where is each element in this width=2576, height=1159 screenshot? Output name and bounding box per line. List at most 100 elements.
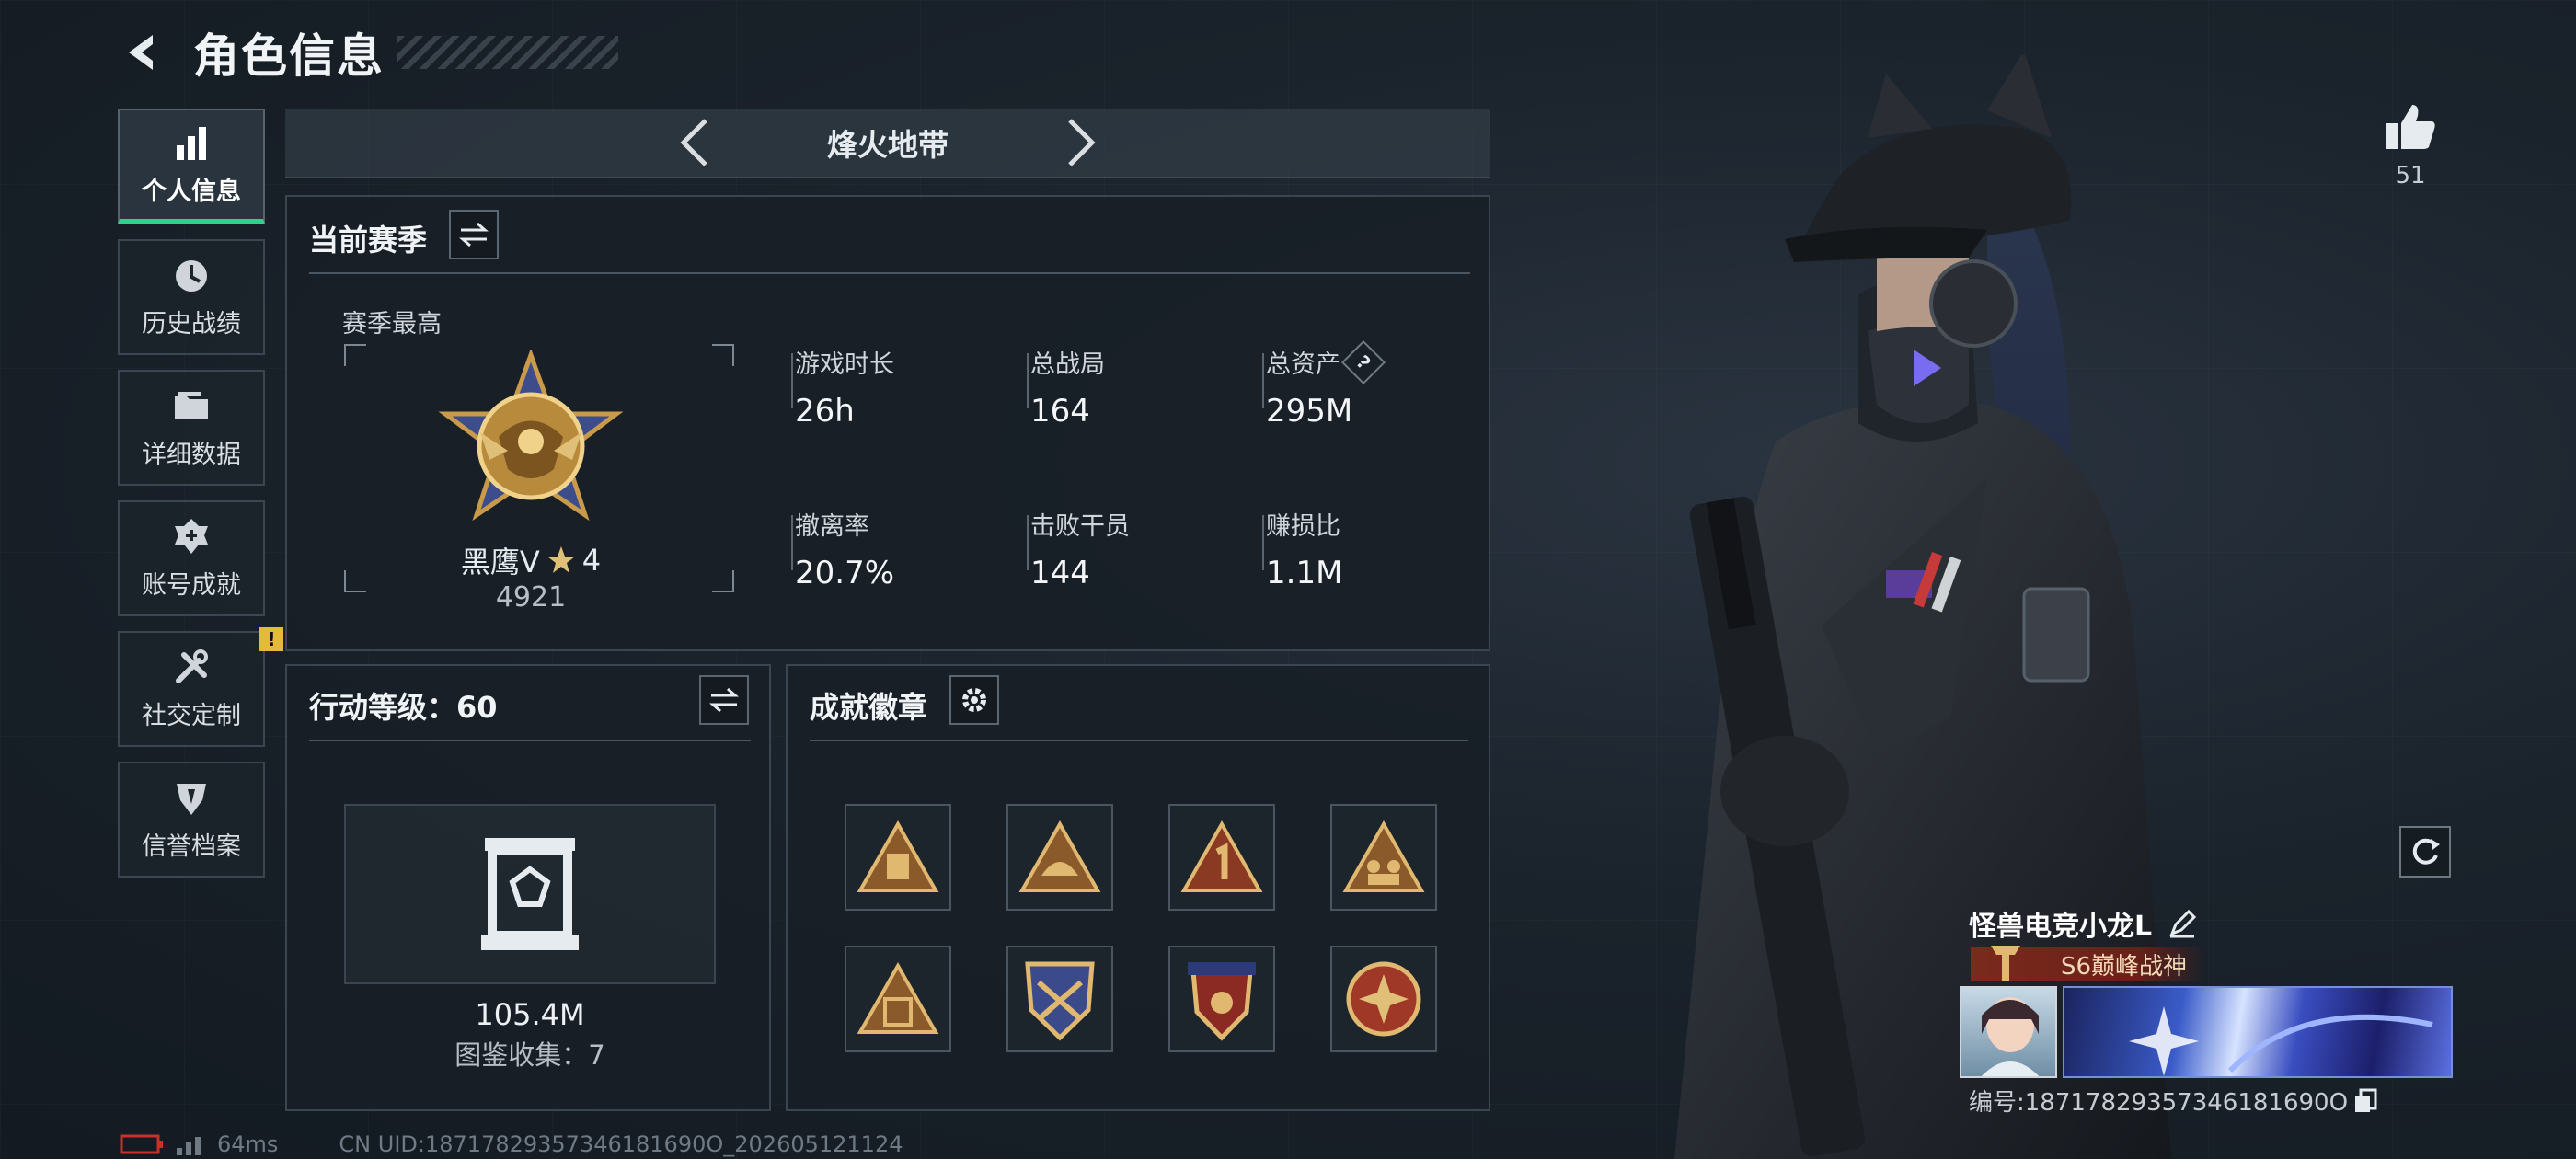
folder-icon: [175, 391, 208, 419]
sidebar-item-reputation[interactable]: 信誉档案: [118, 762, 265, 878]
chevron-left-icon: [680, 119, 707, 166]
mode-next-button[interactable]: [1053, 115, 1109, 170]
sidebar-item-label: 历史战绩: [142, 309, 241, 339]
player-id: 编号:18717829357346181690O: [1969, 1084, 2377, 1118]
signal-icon: [177, 1137, 201, 1155]
sidebar-item-label: 信誉档案: [142, 832, 241, 861]
badge-shield-stars-icon: [1188, 962, 1256, 1041]
stat-label: 撤离率: [795, 512, 869, 541]
stat-label: 游戏时长: [795, 350, 894, 379]
ping-text: 64ms: [217, 1131, 279, 1157]
status-bar: 64ms CN UID:18717829357346181690O_202605…: [120, 1131, 903, 1157]
achievements-title: 成就徽章: [810, 690, 928, 725]
season-switch-button[interactable]: [449, 210, 499, 259]
refresh-icon: [2412, 838, 2440, 865]
stat-divider: [1262, 353, 1264, 408]
achievement-badge[interactable]: [1330, 804, 1437, 911]
battery-icon: [120, 1134, 163, 1154]
profile-banner[interactable]: [2063, 986, 2453, 1078]
stat-divider: [791, 515, 793, 570]
stat-value: 20.7%: [795, 555, 895, 591]
gear-icon: [962, 688, 986, 712]
stat-divider: [1027, 515, 1029, 570]
achievement-badge[interactable]: [1168, 946, 1275, 1052]
like-button[interactable]: 51: [2374, 101, 2447, 189]
badge-triangle-squad-icon: [1342, 820, 1425, 892]
back-arrow-icon: [129, 35, 153, 70]
sidebar-item-personal-info[interactable]: 个人信息: [118, 109, 265, 224]
season-title: 当前赛季: [309, 223, 428, 258]
achievement-badge[interactable]: [1168, 804, 1275, 911]
reputation-icon: [177, 783, 206, 815]
stat-divider: [791, 353, 793, 408]
sidebar-item-social[interactable]: 社交定制 !: [118, 627, 283, 747]
stat-value: 164: [1030, 393, 1090, 430]
copy-icon[interactable]: [2353, 1088, 2377, 1114]
stat-kills: 击败干员 144: [1030, 506, 1130, 591]
divider: [309, 272, 1470, 274]
refresh-button[interactable]: [2399, 826, 2451, 878]
achievement-badge[interactable]: [1006, 804, 1113, 911]
stat-label: 总资产: [1266, 350, 1340, 379]
swap-icon: [709, 687, 739, 713]
divider: [309, 740, 751, 741]
sidebar-item-achievements[interactable]: 账号成就: [118, 500, 265, 616]
sidebar-item-history[interactable]: 历史战绩: [118, 239, 265, 355]
sidebar: 个人信息 历史战绩 详细数据 账号成就 社交定制 ! 信誉档案: [118, 109, 283, 892]
badge-triangle-helmet-icon: [1018, 820, 1101, 892]
rank-title-strip: S6巅峰战神: [1971, 946, 2206, 981]
stat-label: 总战局: [1030, 350, 1105, 379]
stat-divider: [1262, 515, 1264, 570]
stat-value: 144: [1030, 555, 1090, 591]
frame-corner: [344, 344, 366, 366]
mode-prev-button[interactable]: [667, 115, 722, 170]
avatar[interactable]: [1960, 986, 2057, 1078]
achievement-badge[interactable]: [845, 804, 951, 911]
page-title: 角色信息: [193, 29, 385, 83]
back-button[interactable]: [118, 28, 167, 77]
sidebar-item-label: 个人信息: [142, 177, 241, 206]
achievement-badge[interactable]: [845, 946, 951, 1052]
collection-cabinet-icon: [481, 838, 579, 950]
avatar-portrait-icon: [1981, 997, 2040, 1076]
page-header: 角色信息: [118, 20, 618, 85]
tools-icon: [176, 648, 208, 683]
swap-icon: [459, 222, 489, 247]
achievement-badge[interactable]: [1330, 946, 1437, 1052]
badge-triangle-one-icon: [1180, 820, 1263, 892]
bar-chart-icon: [177, 126, 206, 160]
badge-triangle-s6-icon: [857, 962, 939, 1034]
stat-divider: [1027, 353, 1029, 408]
player-name-text: 怪兽电竞小龙L: [1969, 911, 2153, 943]
action-level-switch-button[interactable]: [699, 675, 749, 725]
season-best-label: 赛季最高: [342, 310, 442, 339]
sidebar-item-label: 详细数据: [142, 440, 241, 469]
sidebar-item-label: 社交定制: [142, 701, 241, 730]
stat-value: 295M: [1266, 393, 1353, 430]
stat-label: 击败干员: [1030, 512, 1130, 541]
like-count: 51: [2395, 162, 2426, 189]
sidebar-item-details[interactable]: 详细数据: [118, 370, 265, 486]
achievements-settings-button[interactable]: [949, 675, 999, 725]
sidebar-item-label: 账号成就: [142, 570, 241, 600]
stat-total-assets: 总资产 ? 295M: [1266, 339, 1386, 430]
rank-title: S6巅峰战神: [2061, 952, 2188, 981]
notification-badge: !: [259, 627, 283, 651]
rank-row: 黑鹰V 4: [287, 539, 775, 581]
achievements-panel: 成就徽章: [786, 664, 1490, 1111]
help-button[interactable]: ?: [1340, 339, 1386, 384]
edit-icon[interactable]: [2167, 908, 2198, 939]
achievement-badge[interactable]: [1006, 946, 1113, 1052]
collection-display: [344, 804, 716, 984]
history-icon: [176, 259, 207, 292]
star-icon: [546, 546, 575, 573]
player-id-text: 编号:18717829357346181690O: [1969, 1089, 2349, 1117]
thumbs-up-icon: [2386, 105, 2435, 149]
badge-round-cross-icon: [1346, 961, 1421, 1037]
player-name: 怪兽电竞小龙L: [1969, 903, 2198, 944]
rank-title-icon: [1991, 946, 2020, 981]
stat-profit-ratio: 赚损比 1.1M: [1266, 506, 1342, 591]
divider: [810, 740, 1468, 741]
rank-emblem-icon: [438, 350, 624, 522]
stat-play-time: 游戏时长 26h: [795, 344, 894, 430]
